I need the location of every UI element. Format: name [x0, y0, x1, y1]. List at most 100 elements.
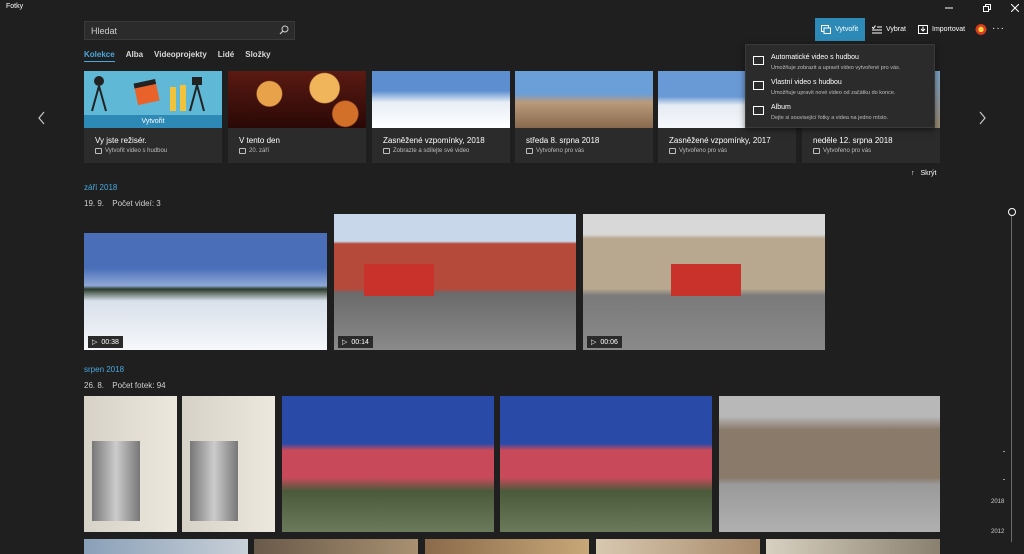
- timeline-tick: [1003, 479, 1005, 480]
- collection-nav: Kolekce Alba Videoprojekty Lidé Složky: [84, 50, 271, 62]
- create-button-label: Vytvořit: [835, 26, 859, 33]
- video-icon: [383, 148, 390, 154]
- video-tile[interactable]: ▷ 00:14: [334, 214, 576, 350]
- chevron-right-icon: [979, 111, 986, 125]
- photo-tile[interactable]: [500, 396, 712, 532]
- duration-badge: ▷ 00:14: [338, 336, 373, 348]
- timeline-track[interactable]: [1011, 212, 1012, 542]
- avatar[interactable]: [975, 24, 987, 36]
- video-icon: [526, 148, 533, 154]
- card-title: středa 8. srpna 2018: [526, 136, 600, 145]
- section-sub-aug: 26. 8. Počet fotek: 94: [84, 381, 166, 390]
- tab-collection[interactable]: Kolekce: [84, 50, 115, 62]
- carousel-prev-button[interactable]: [38, 111, 46, 128]
- card-on-this-day[interactable]: V tento den 20. září: [228, 71, 366, 163]
- card-title: Zasněžené vzpomínky, 2017: [669, 136, 771, 145]
- card-subtitle-text: 20. září: [249, 148, 270, 154]
- hide-label: Skrýt: [920, 170, 937, 177]
- video-icon: [813, 148, 820, 154]
- photo-tile[interactable]: [182, 396, 275, 532]
- section-count: Počet fotek: 94: [112, 381, 166, 390]
- duration-badge: ▷ 00:38: [88, 336, 123, 348]
- photo-tile[interactable]: [596, 539, 760, 554]
- photo-tile[interactable]: [254, 539, 418, 554]
- video-edit-icon: [753, 81, 764, 90]
- timeline-year-label[interactable]: 2012: [991, 529, 1004, 535]
- section-title-sept[interactable]: září 2018: [84, 183, 117, 192]
- card-title: Zasněžené vzpomínky, 2018: [383, 136, 485, 145]
- card-snowy-2018[interactable]: Zasněžené vzpomínky, 2018 Zobrazte a sdí…: [372, 71, 510, 163]
- card-director[interactable]: Vytvořit Vy jste režisér. Vytvořit video…: [84, 71, 222, 163]
- minimize-button[interactable]: [934, 0, 964, 16]
- duration-label: 00:06: [600, 338, 618, 346]
- video-icon: [95, 148, 102, 154]
- search-icon[interactable]: [279, 25, 289, 35]
- arrow-up-icon: ↑: [911, 170, 915, 177]
- menu-item-title: Album: [771, 104, 791, 111]
- card-subtitle: Vytvořeno pro vás: [669, 148, 727, 154]
- photo-tile[interactable]: [84, 539, 248, 554]
- play-icon: ▷: [591, 339, 597, 346]
- duration-badge: ▷ 00:06: [587, 336, 622, 348]
- app-title: Fotky: [6, 3, 24, 10]
- section-count: Počet videí: 3: [112, 199, 161, 208]
- tab-people[interactable]: Lidé: [218, 50, 234, 62]
- photo-tile[interactable]: [282, 396, 494, 532]
- card-title: neděle 12. srpna 2018: [813, 136, 893, 145]
- import-icon: [918, 25, 928, 34]
- duration-label: 00:14: [351, 338, 369, 346]
- tab-video-projects[interactable]: Videoprojekty: [154, 50, 207, 62]
- section-title-aug[interactable]: srpen 2018: [84, 365, 124, 374]
- import-button-label: Importovat: [932, 26, 966, 33]
- hide-button[interactable]: ↑ Skrýt: [911, 170, 936, 177]
- close-icon: [1011, 4, 1019, 12]
- card-aug-8-2018[interactable]: středa 8. srpna 2018 Vytvořeno pro vás: [515, 71, 653, 163]
- select-button[interactable]: Vybrat: [866, 18, 912, 41]
- menu-item-auto-video[interactable]: Automatické video s hudbou Umožňuje zobr…: [746, 51, 934, 75]
- card-subtitle: Vytvořeno pro vás: [813, 148, 871, 154]
- card-subtitle-text: Zobrazte a sdílejte své video: [393, 148, 470, 154]
- close-button[interactable]: [1000, 0, 1024, 16]
- timeline-thumb[interactable]: [1008, 208, 1016, 216]
- menu-item-title: Automatické video s hudbou: [771, 54, 859, 61]
- tab-folders[interactable]: Složky: [245, 50, 270, 62]
- carousel-next-button[interactable]: [978, 111, 986, 128]
- select-button-label: Vybrat: [886, 26, 906, 33]
- card-title: Vy jste režisér.: [95, 136, 147, 145]
- menu-item-custom-video[interactable]: Vlastní video s hudbou Umožňuje upravit …: [746, 76, 934, 100]
- card-subtitle-text: Vytvořit video s hudbou: [105, 148, 168, 154]
- search-input[interactable]: Hledat: [84, 21, 295, 40]
- checklist-icon: [872, 25, 882, 34]
- play-icon: ▷: [342, 339, 348, 346]
- tram-shape: [364, 264, 434, 296]
- video-tile[interactable]: ▷ 00:06: [583, 214, 825, 350]
- more-options-button[interactable]: ···: [992, 23, 1005, 34]
- minimize-icon: [945, 7, 953, 9]
- card-subtitle: 20. září: [239, 148, 269, 154]
- photo-tile[interactable]: [425, 539, 589, 554]
- card-subtitle-text: Vytvořeno pro vás: [679, 148, 728, 154]
- card-create-overlay[interactable]: Vytvořit: [84, 115, 222, 128]
- duration-label: 00:38: [101, 338, 119, 346]
- tram-shape: [671, 264, 741, 296]
- photo-tile[interactable]: [84, 396, 177, 532]
- menu-item-album[interactable]: Album Dejte si související fotky a videa…: [746, 101, 934, 125]
- card-subtitle: Zobrazte a sdílejte své video: [383, 148, 469, 154]
- tank-shape: [92, 441, 140, 521]
- menu-item-desc: Umožňuje upravit nové video od začátku d…: [771, 90, 896, 96]
- create-button[interactable]: Vytvořit: [815, 18, 865, 41]
- title-bar: Fotky: [0, 0, 1024, 16]
- card-image: [372, 71, 510, 128]
- card-subtitle-text: Vytvořeno pro vás: [823, 148, 872, 154]
- import-button[interactable]: Importovat: [912, 18, 971, 41]
- card-image: [228, 71, 366, 128]
- tab-albums[interactable]: Alba: [126, 50, 143, 62]
- chevron-left-icon: [38, 111, 45, 125]
- timeline-year-label[interactable]: 2018: [991, 499, 1004, 505]
- photo-tile[interactable]: [766, 539, 940, 554]
- maximize-button[interactable]: [972, 0, 1002, 16]
- video-icon: [669, 148, 676, 154]
- video-tile[interactable]: ▷ 00:38: [84, 233, 327, 350]
- section-date: 26. 8.: [84, 381, 105, 390]
- photo-tile[interactable]: [719, 396, 940, 532]
